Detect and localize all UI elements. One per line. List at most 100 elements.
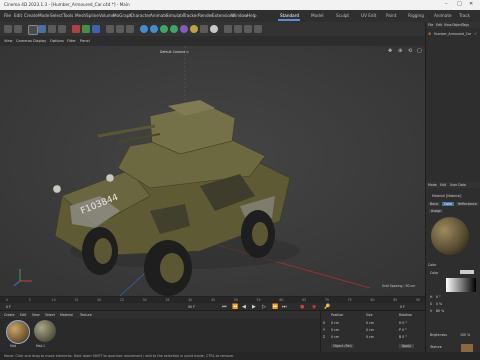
- snap-icon[interactable]: [234, 25, 242, 33]
- attr-menu-edit[interactable]: Edit: [440, 183, 446, 187]
- color-v-field[interactable]: 80 %: [436, 309, 444, 313]
- material-menu-material[interactable]: Material: [60, 313, 73, 317]
- coord-size-x[interactable]: 0 cm: [366, 321, 374, 325]
- menu-window[interactable]: Window: [231, 13, 248, 18]
- layout-tab-track[interactable]: Track: [459, 13, 470, 18]
- timeline-start-field[interactable]: 0 F: [6, 305, 11, 309]
- apply-button[interactable]: Apply: [399, 344, 414, 348]
- material-name[interactable]: Mat.1: [36, 344, 45, 348]
- coord-position-y[interactable]: 0 cm: [331, 328, 339, 332]
- minimize-icon[interactable]: –: [445, 1, 448, 7]
- coord-position-x[interactable]: 0 cm: [331, 321, 339, 325]
- grid-icon[interactable]: [224, 25, 232, 33]
- axis-mode-icon[interactable]: [254, 25, 262, 33]
- material-swatch[interactable]: [34, 320, 56, 342]
- orbit-icon[interactable]: ⟲: [408, 48, 412, 54]
- floor-icon[interactable]: [190, 25, 198, 33]
- scale-icon[interactable]: [48, 25, 56, 33]
- menu-file[interactable]: File: [4, 13, 11, 18]
- menu-spline[interactable]: Spline: [86, 13, 99, 18]
- timeline-end-field[interactable]: 90 F: [188, 305, 195, 309]
- object-row[interactable]: ⊕ Humber_Armoured_Car: [428, 31, 479, 37]
- color-h-field[interactable]: 0 °: [436, 295, 441, 299]
- color-swatch[interactable]: [460, 270, 474, 274]
- light-icon[interactable]: [210, 25, 218, 33]
- layout-tab-model[interactable]: Model: [311, 13, 324, 18]
- om-menu-view[interactable]: View: [444, 23, 452, 27]
- om-menu-edit[interactable]: Edit: [436, 23, 442, 27]
- rotate-icon[interactable]: [58, 25, 66, 33]
- color-picker[interactable]: [446, 278, 476, 292]
- cube-icon[interactable]: [140, 25, 148, 33]
- close-icon[interactable]: ✕: [469, 1, 473, 7]
- zoom-icon[interactable]: ⊕: [398, 48, 402, 54]
- menu-mesh[interactable]: Mesh: [75, 13, 86, 18]
- material-menu-create[interactable]: Create: [4, 313, 15, 317]
- layout-tab-uv-edit[interactable]: UV Edit: [361, 13, 376, 18]
- maximize-icon[interactable]: □: [457, 1, 462, 7]
- color-s-field[interactable]: 0 %: [436, 302, 442, 306]
- material-name[interactable]: Mat: [10, 344, 16, 348]
- deformer-icon[interactable]: [180, 25, 188, 33]
- layout-tab-standard[interactable]: Standard: [280, 13, 299, 18]
- coord-size-z[interactable]: 0 cm: [366, 335, 374, 339]
- subdivision-icon[interactable]: [160, 25, 168, 33]
- pan-icon[interactable]: ✥: [388, 48, 392, 54]
- menu-help[interactable]: Help: [247, 13, 257, 18]
- current-frame-field[interactable]: 0 F: [400, 305, 405, 309]
- material-menu-texture[interactable]: Texture: [80, 313, 92, 317]
- material-menu-view[interactable]: View: [32, 313, 40, 317]
- coord-rotation-p[interactable]: P 0 °: [399, 328, 407, 332]
- coord-size-y[interactable]: 0 cm: [366, 328, 374, 332]
- coord-rotation-b[interactable]: B 0 °: [399, 335, 407, 339]
- x-axis-icon[interactable]: [72, 25, 80, 33]
- menu-tools[interactable]: Tools: [63, 13, 73, 18]
- om-menu-object[interactable]: Object: [452, 23, 462, 27]
- render-picture-viewer-icon[interactable]: [116, 25, 124, 33]
- camera-icon[interactable]: [200, 25, 208, 33]
- attr-menu-mode[interactable]: Mode: [428, 183, 437, 187]
- menu-mode[interactable]: Mode: [38, 13, 49, 18]
- viewport-menu-display[interactable]: Display: [33, 39, 46, 43]
- viewport-menu-filter[interactable]: Filter: [67, 39, 76, 43]
- layout-tab-sculpt[interactable]: Sculpt: [336, 13, 349, 18]
- menu-edit[interactable]: Edit: [14, 13, 22, 18]
- menu-character[interactable]: Character: [130, 13, 151, 18]
- coord-mode-dropdown[interactable]: Object (Rel): [331, 344, 354, 348]
- menu-animate[interactable]: Animate: [150, 13, 168, 18]
- spline-pen-icon[interactable]: [150, 25, 158, 33]
- undo-icon[interactable]: [4, 25, 12, 33]
- object-name[interactable]: Humber_Armoured_Car: [434, 32, 471, 36]
- coord-position-z[interactable]: 0 cm: [331, 335, 339, 339]
- layout-tab-animate[interactable]: Animate: [434, 13, 452, 18]
- material-swatch[interactable]: [6, 320, 30, 344]
- section-assign[interactable]: Assign: [429, 209, 444, 213]
- menu-simulate[interactable]: Simulate: [166, 13, 185, 18]
- menu-render[interactable]: Render: [198, 13, 213, 18]
- material-menu-edit[interactable]: Edit: [20, 313, 26, 317]
- menu-create[interactable]: Create: [24, 13, 38, 18]
- viewport-menu-view[interactable]: View: [4, 39, 13, 43]
- viewport-menu-cameras[interactable]: Cameras: [16, 39, 32, 43]
- viewport-menu-options[interactable]: Options: [50, 39, 64, 43]
- perspective-viewport[interactable]: F103844 Default Camera ⊙ Grid Spacing: …: [0, 46, 425, 296]
- tab-basic[interactable]: Basic: [428, 202, 441, 206]
- om-menu-file[interactable]: File: [428, 23, 433, 27]
- y-axis-icon[interactable]: [82, 25, 90, 33]
- tab-reflectance[interactable]: Reflectance: [456, 202, 479, 206]
- coord-rotation-h[interactable]: H 0 °: [399, 321, 407, 325]
- menu-tracker[interactable]: Tracker: [183, 13, 198, 18]
- camera-label[interactable]: Default Camera ⊙: [160, 50, 189, 54]
- material-menu-select[interactable]: Select: [45, 313, 55, 317]
- z-axis-icon[interactable]: [92, 25, 100, 33]
- attr-menu-user-data[interactable]: User Data: [450, 183, 466, 187]
- layout-tab-rigging[interactable]: Rigging: [408, 13, 424, 18]
- workplane-icon[interactable]: [244, 25, 252, 33]
- visibility-icon[interactable]: ✓: [474, 31, 477, 36]
- om-menu-tags[interactable]: Tags: [462, 23, 469, 27]
- menu-select[interactable]: Select: [50, 13, 63, 18]
- cloner-icon[interactable]: [170, 25, 178, 33]
- live-selection-icon[interactable]: [28, 25, 38, 35]
- viewport-menu-panel[interactable]: Panel: [80, 39, 90, 43]
- move-icon[interactable]: [38, 25, 46, 33]
